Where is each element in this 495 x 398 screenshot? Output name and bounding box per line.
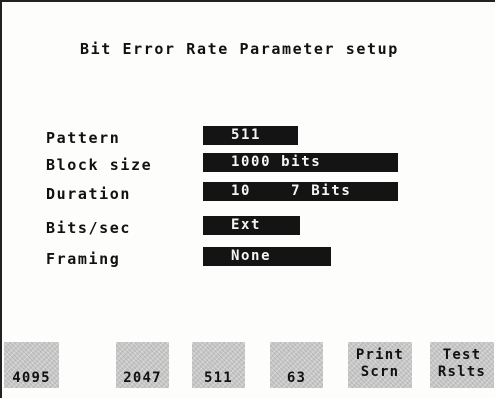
softkey-511-button[interactable]: 511 <box>192 342 245 388</box>
duration-label: Duration <box>46 185 132 203</box>
softkey-label: Rslts <box>437 364 487 380</box>
ber-parameter-screen: Bit Error Rate Parameter setup Pattern 5… <box>0 0 495 398</box>
softkey-label: Test <box>442 347 482 363</box>
print-screen-button[interactable]: Print Scrn <box>348 342 412 388</box>
duration-field[interactable]: 10 7 Bits <box>203 182 398 201</box>
page-title: Bit Error Rate Parameter setup <box>80 40 399 58</box>
test-results-button[interactable]: Test Rslts <box>430 342 494 388</box>
softkey-63-button[interactable]: 63 <box>270 342 323 388</box>
block-size-label: Block size <box>46 156 153 174</box>
framing-field[interactable]: None <box>203 247 331 266</box>
bits-per-sec-field[interactable]: Ext <box>203 216 300 235</box>
softkey-label: 4095 <box>12 370 51 386</box>
softkey-2047-button[interactable]: 2047 <box>116 342 169 388</box>
softkey-4095-button[interactable]: 4095 <box>4 342 59 388</box>
softkey-label: Scrn <box>360 364 400 380</box>
softkey-label: 511 <box>204 370 233 386</box>
block-size-field[interactable]: 1000 bits <box>203 153 398 172</box>
softkey-label: 2047 <box>123 370 162 386</box>
pattern-field[interactable]: 511 <box>203 126 298 145</box>
softkey-label: 63 <box>286 370 307 386</box>
pattern-label: Pattern <box>46 129 121 147</box>
softkey-label: Print <box>355 347 405 363</box>
bits-per-sec-label: Bits/sec <box>46 219 132 237</box>
framing-label: Framing <box>46 250 121 268</box>
